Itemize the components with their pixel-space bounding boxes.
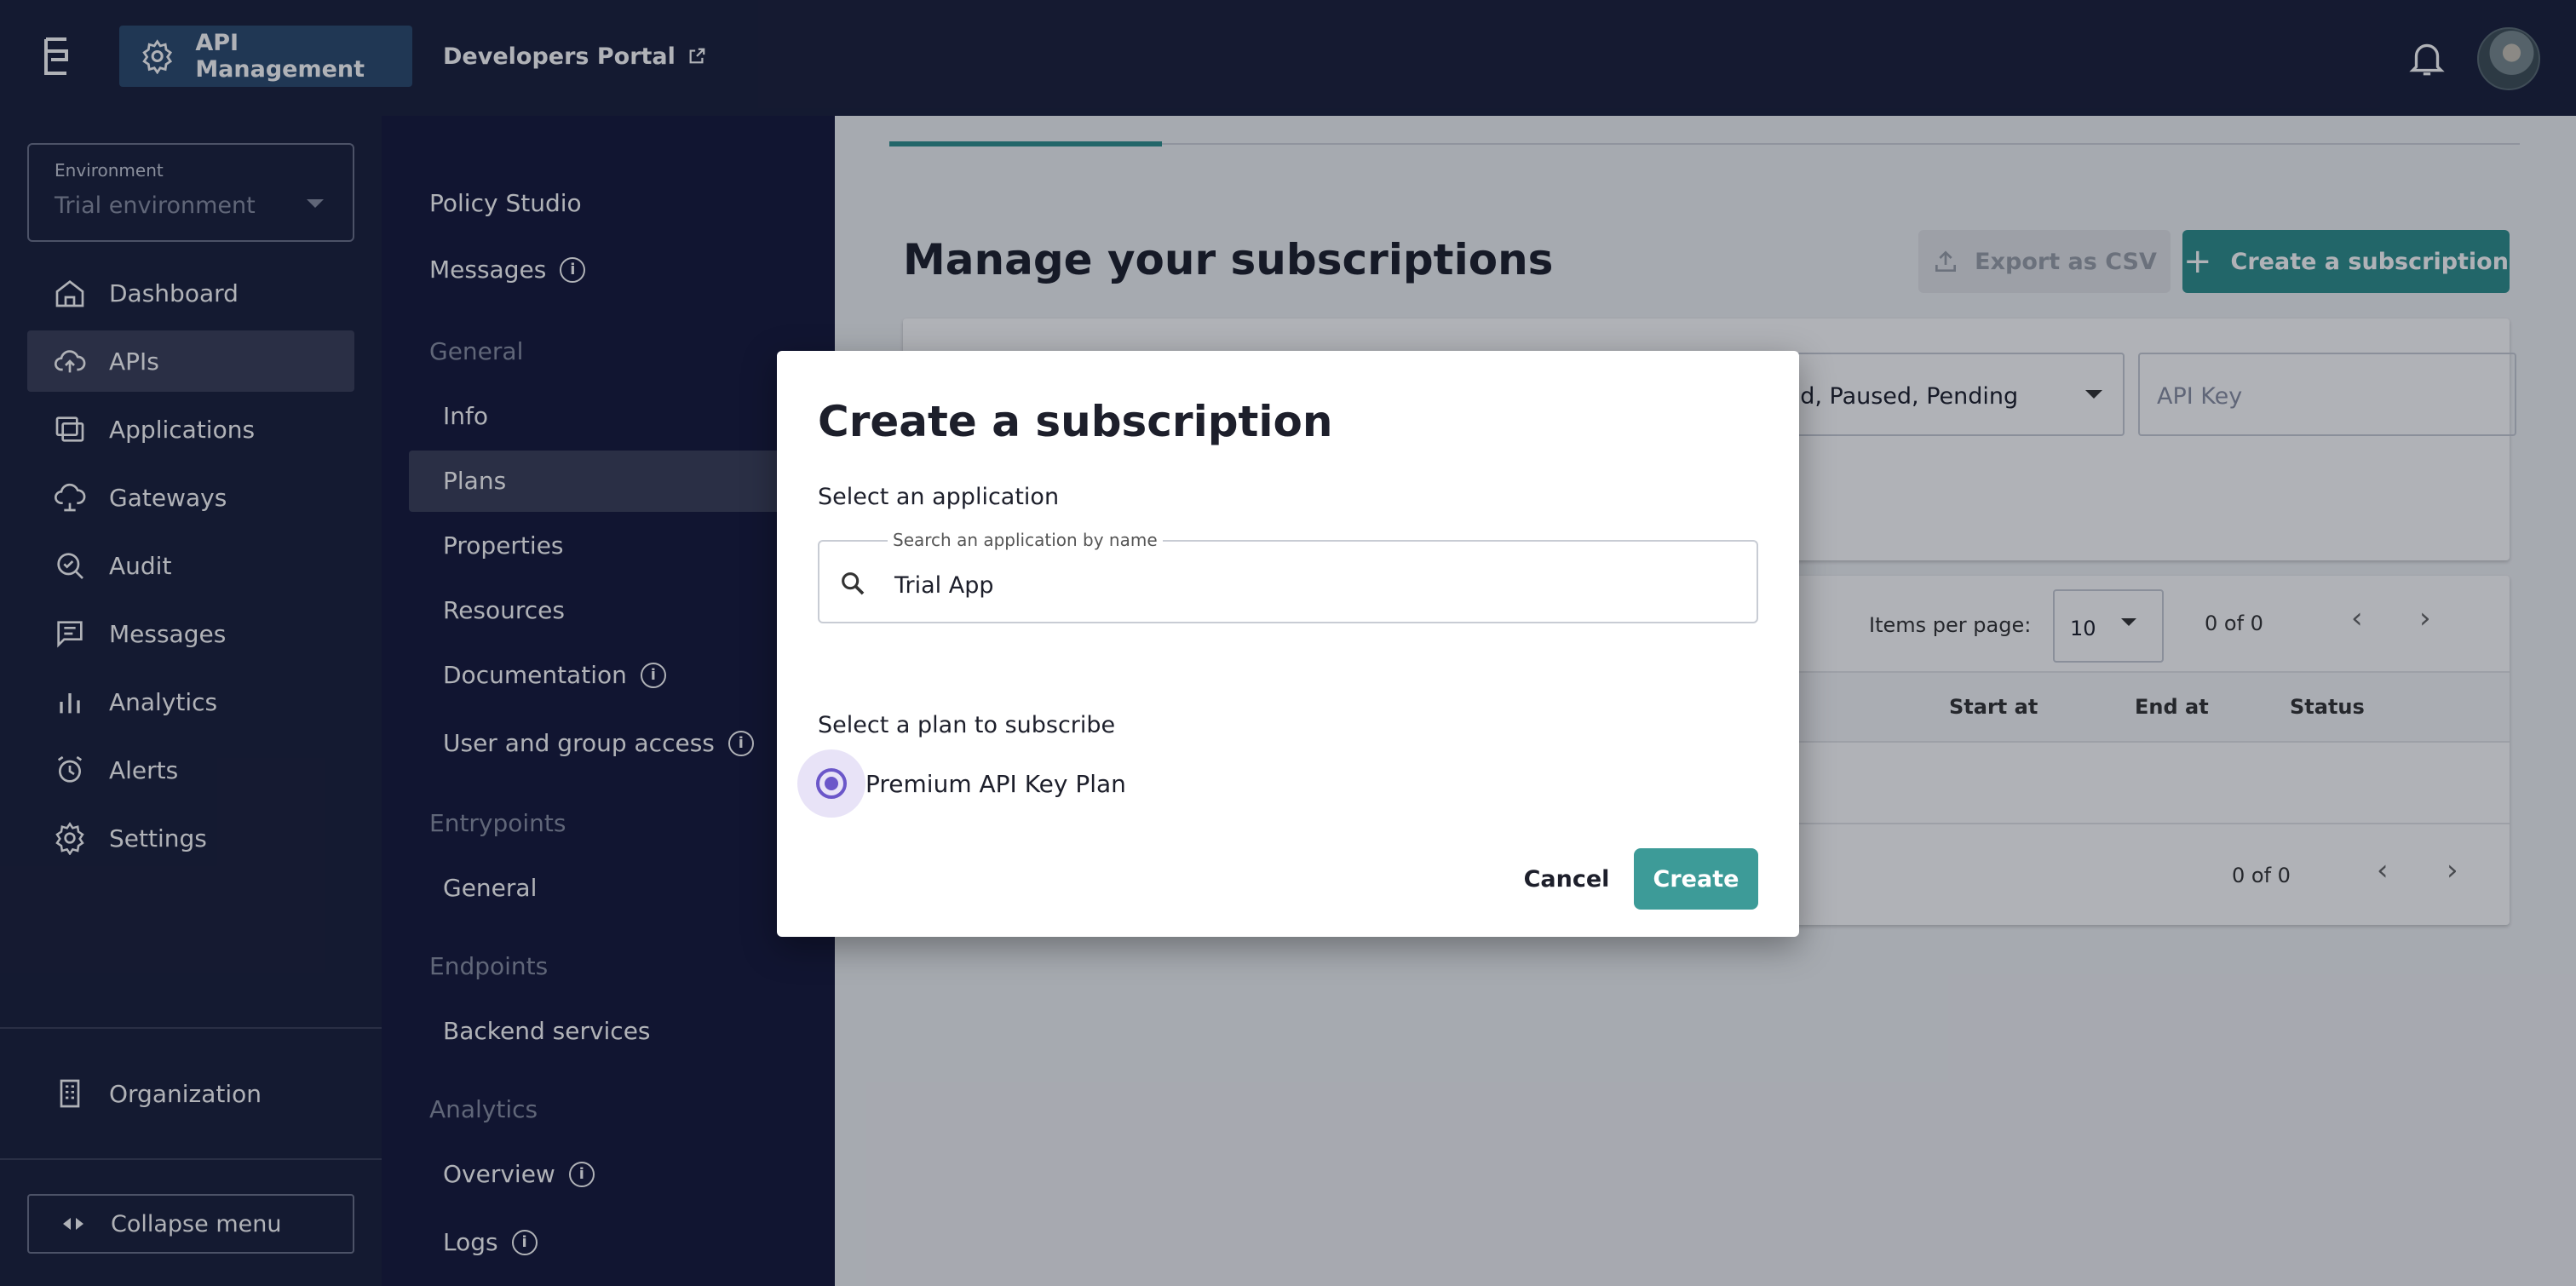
select-plan-label: Select a plan to subscribe: [818, 712, 1116, 738]
dialog-title: Create a subscription: [818, 397, 1333, 446]
select-application-label: Select an application: [818, 484, 1060, 510]
search-field-value: Trial App: [894, 572, 994, 599]
create-subscription-dialog: Create a subscription Select an applicat…: [777, 351, 1799, 937]
radio-selected-dot: [825, 777, 838, 790]
application-search-input[interactable]: Search an application by name Trial App: [818, 530, 1758, 623]
search-icon: [842, 572, 865, 595]
radio-outer: [816, 768, 847, 799]
plan-radio-button[interactable]: [797, 749, 865, 818]
plan-option-label[interactable]: Premium API Key Plan: [865, 770, 1126, 798]
create-button[interactable]: Create: [1634, 848, 1758, 910]
cancel-button[interactable]: Cancel: [1511, 848, 1622, 910]
search-field-label: Search an application by name: [888, 530, 1163, 550]
